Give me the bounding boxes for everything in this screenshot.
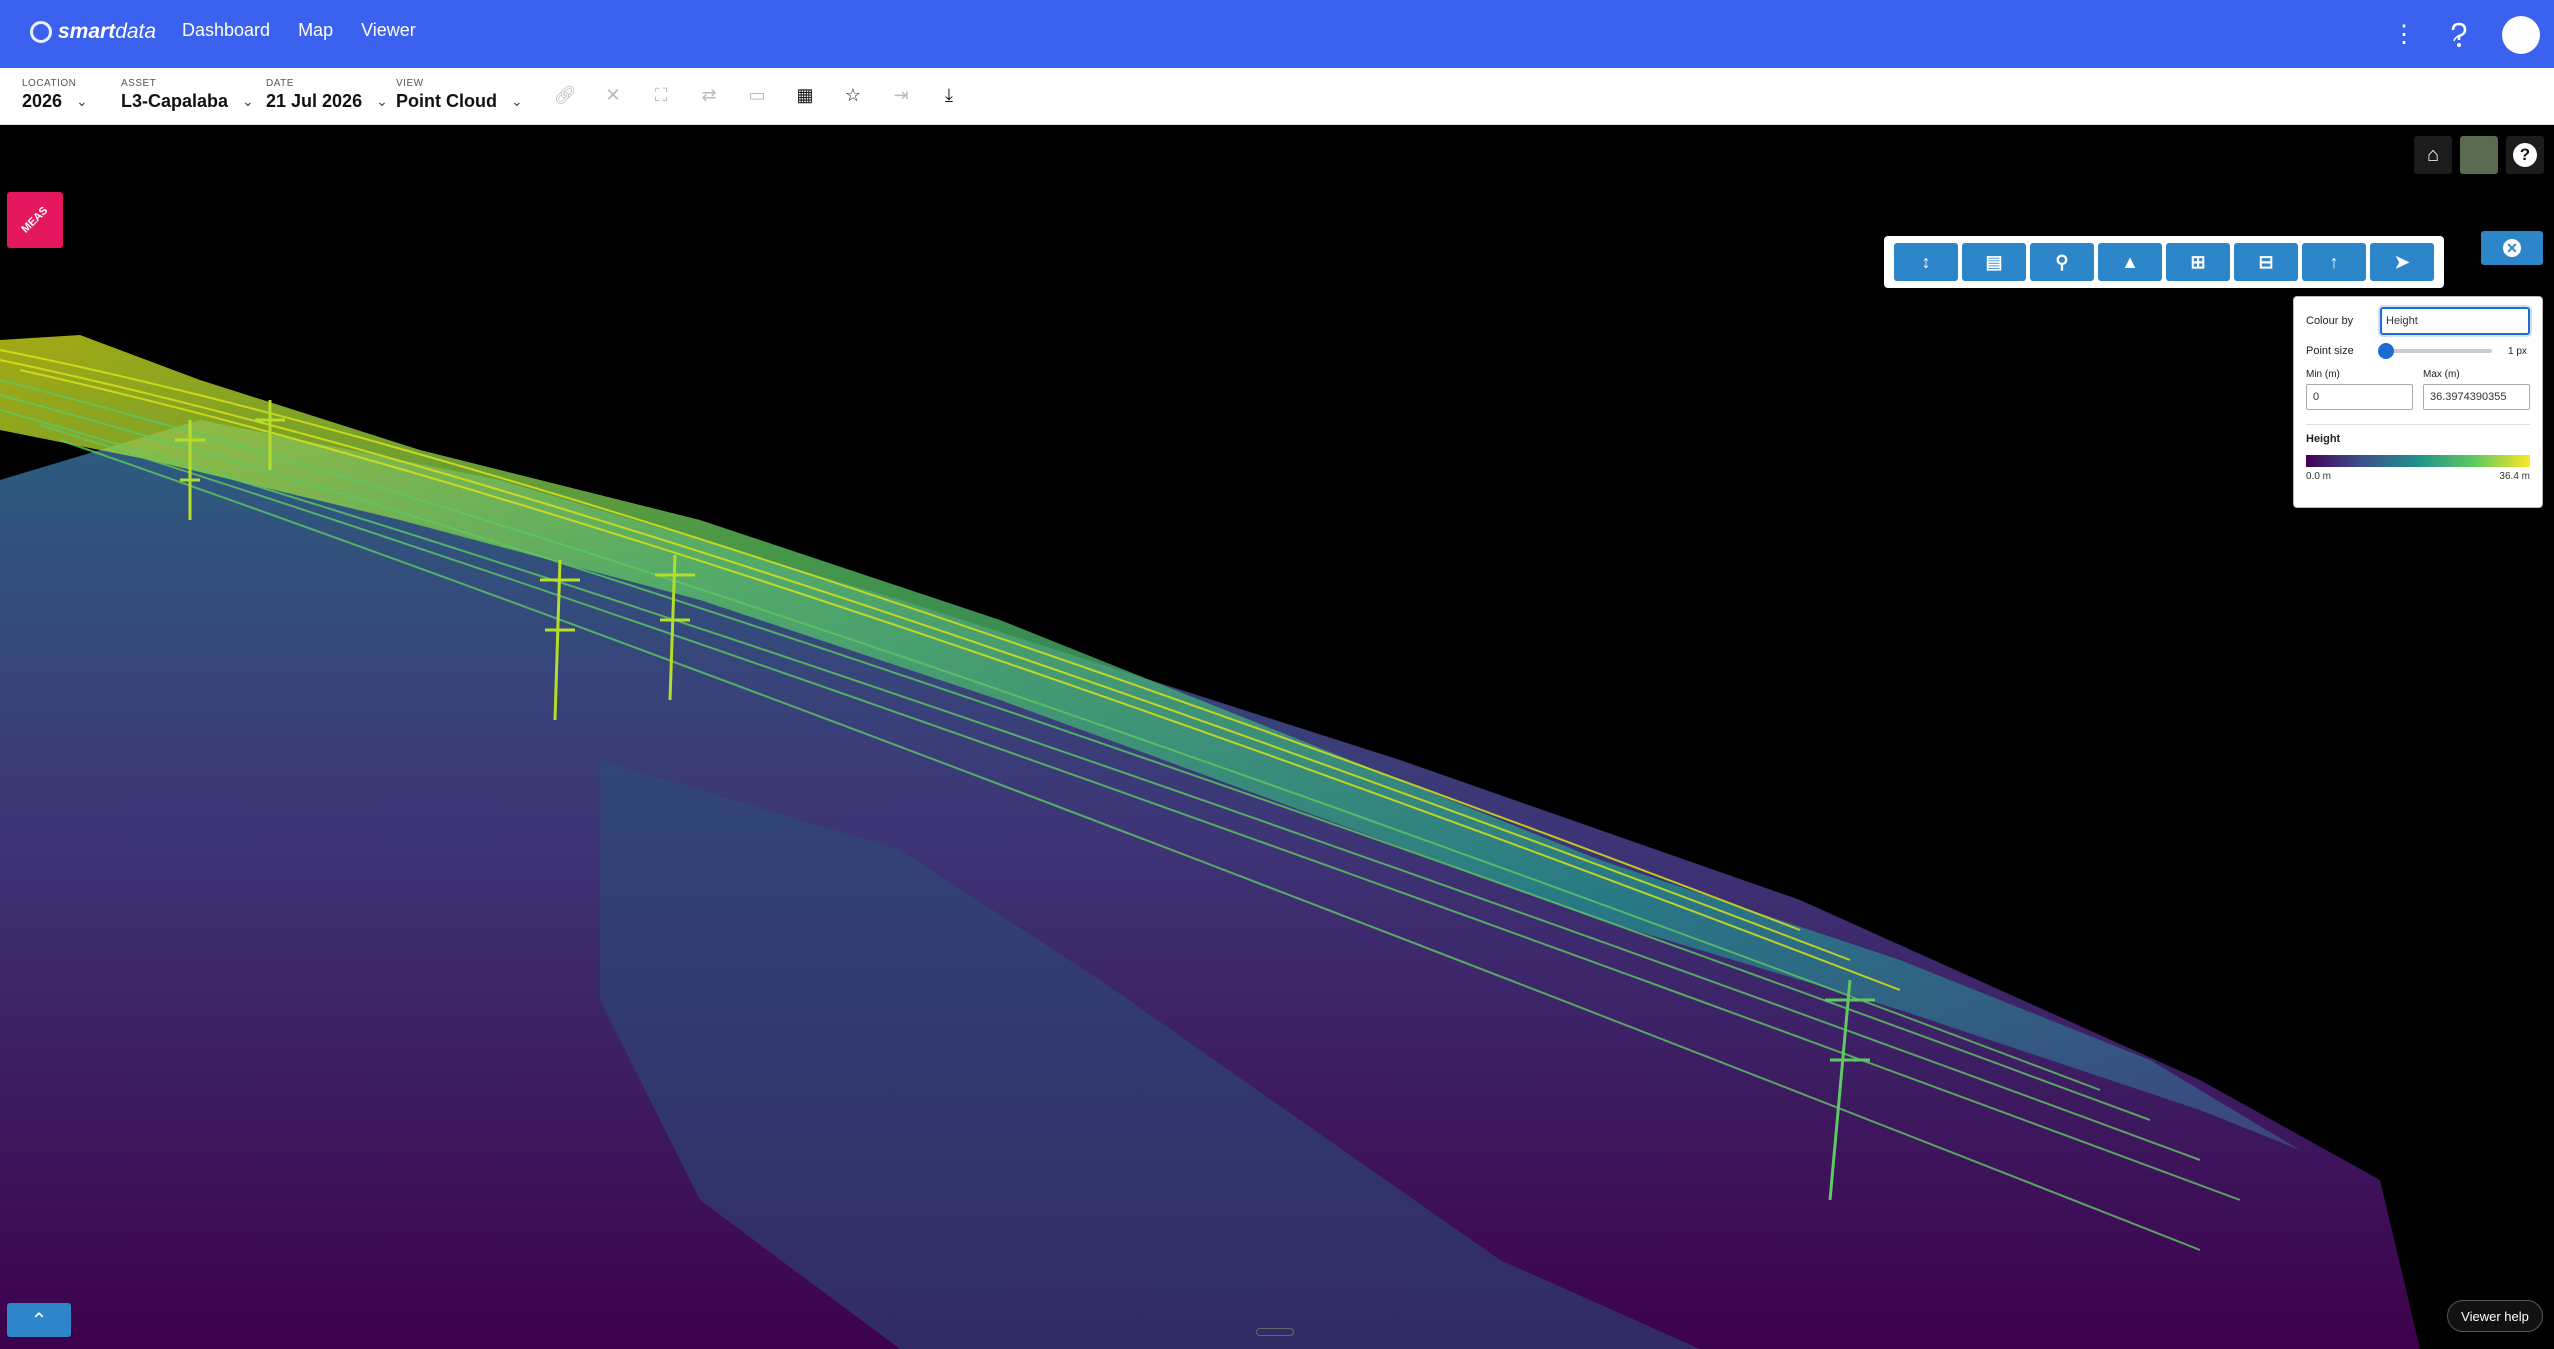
- chevron-down-icon: ⌄: [376, 93, 388, 109]
- max-input[interactable]: 36.3974390355: [2423, 384, 2530, 410]
- date-label: DATE: [266, 78, 294, 89]
- clipboard-icon[interactable]: ▤: [1962, 243, 2026, 281]
- close-icon[interactable]: ✕: [600, 82, 626, 108]
- location-label: LOCATION: [22, 78, 77, 89]
- logo-icon: [30, 21, 52, 43]
- fullscreen-icon[interactable]: ⛶: [648, 82, 674, 108]
- viewer-help-button[interactable]: Viewer help: [2447, 1300, 2543, 1332]
- logo-text-bold: smart: [58, 20, 116, 43]
- basemap-icon[interactable]: [2460, 136, 2498, 174]
- asset-label: ASSET: [121, 78, 157, 89]
- nav-viewer[interactable]: Viewer: [361, 20, 416, 41]
- colour-by-label: Colour by: [2306, 315, 2354, 327]
- download-icon[interactable]: ⤓: [936, 82, 962, 108]
- link-icon[interactable]: 🔗︎: [552, 82, 578, 108]
- date-selector[interactable]: DATE 21 Jul 2026 ⌄: [266, 78, 388, 112]
- up-arrow-icon[interactable]: ↑: [2302, 243, 2366, 281]
- help-circle-icon[interactable]: ?: [2506, 136, 2544, 174]
- point-size-label: Point size: [2306, 345, 2354, 357]
- top-navigation-bar: smart data Dashboard Map Viewer ⋮: [0, 0, 2554, 68]
- top-right-controls: ⋮: [2392, 16, 2540, 54]
- max-value: 36.3974390355: [2430, 391, 2507, 403]
- chevron-down-icon: ⌄: [76, 93, 88, 109]
- main-nav: Dashboard Map Viewer: [182, 20, 416, 41]
- point-size-value: 1 px: [2508, 345, 2527, 357]
- min-label: Min (m): [2306, 369, 2340, 380]
- point-cloud-settings-panel: Colour by Height Point size 1 px Min (m)…: [2293, 296, 2543, 508]
- view-label: VIEW: [396, 78, 424, 89]
- expand-bottom-panel-button[interactable]: ⌃: [7, 1303, 71, 1337]
- view-selector[interactable]: VIEW Point Cloud ⌄: [396, 78, 523, 112]
- min-input[interactable]: 0: [2306, 384, 2413, 410]
- point-size-slider[interactable]: [2378, 343, 2492, 359]
- chevron-down-icon: ⌄: [510, 93, 523, 109]
- context-bar: LOCATION 2026 ⌄ ASSET L3-Capalaba ⌄ DATE 2…: [0, 68, 2554, 125]
- context-toolbar: 🔗︎ ✕ ⛶ ⇄ ▭ ▦ ☆ ⇥ ⤓: [552, 82, 962, 108]
- person-icon[interactable]: ⚲: [2030, 243, 2094, 281]
- app-logo[interactable]: smart data: [30, 20, 156, 44]
- point-cloud-render: [0, 335, 2420, 1349]
- asset-value: L3-Capalaba: [121, 91, 229, 111]
- legend-title: Height: [2306, 424, 2530, 445]
- colour-by-value: Height: [2386, 315, 2418, 327]
- min-value: 0: [2313, 391, 2320, 403]
- chevron-down-icon: ⌄: [242, 93, 254, 109]
- point-cloud-viewport[interactable]: MEAS ⌂ ?: [0, 125, 2554, 1349]
- grid-icon[interactable]: ▦: [792, 82, 818, 108]
- legend-max: 36.4 m: [2499, 471, 2530, 482]
- viewer-top-right-icons: ⌂ ?: [2414, 136, 2544, 174]
- asset-selector[interactable]: ASSET L3-Capalaba ⌄: [121, 78, 254, 112]
- viewer-tool-strip: ↕ ▤ ⚲ ▲ ⊞ ⊟ ↑ ➤: [1884, 236, 2444, 288]
- tree-icon[interactable]: ▲: [2098, 243, 2162, 281]
- date-value: 21 Jul 2026: [266, 91, 363, 111]
- measure-tool-button[interactable]: MEAS: [7, 192, 63, 248]
- colour-by-select[interactable]: Height: [2380, 307, 2530, 335]
- location-value: 2026: [22, 91, 63, 111]
- close-icon: ✕: [2503, 239, 2521, 257]
- more-options-icon[interactable]: ⋮: [2392, 23, 2416, 47]
- location-selector[interactable]: LOCATION 2026 ⌄: [22, 78, 88, 112]
- swap-icon[interactable]: ⇄: [696, 82, 722, 108]
- height-colour-scale: [2306, 455, 2530, 467]
- star-icon[interactable]: ☆: [840, 82, 866, 108]
- legend-min: 0.0 m: [2306, 471, 2332, 482]
- measure-tool-label: MEAS: [19, 204, 51, 236]
- help-icon[interactable]: [2446, 22, 2472, 48]
- home-icon[interactable]: ⌂: [2414, 136, 2452, 174]
- user-avatar[interactable]: [2502, 16, 2540, 54]
- document-icon[interactable]: ▭: [744, 82, 770, 108]
- max-label: Max (m): [2423, 369, 2460, 380]
- height-measure-icon[interactable]: ↕: [1894, 243, 1958, 281]
- add-box-icon[interactable]: ⊞: [2166, 243, 2230, 281]
- slider-knob[interactable]: [2378, 343, 2394, 359]
- send-icon[interactable]: ➤: [2370, 243, 2434, 281]
- nav-map[interactable]: Map: [298, 20, 333, 41]
- close-panel-button[interactable]: ✕: [2481, 231, 2543, 265]
- logo-text-light: data: [115, 20, 157, 43]
- export-icon[interactable]: ⇥: [888, 82, 914, 108]
- drag-handle[interactable]: [1256, 1328, 1294, 1336]
- view-value: Point Cloud: [396, 91, 497, 111]
- nav-dashboard[interactable]: Dashboard: [182, 20, 270, 41]
- remove-box-icon[interactable]: ⊟: [2234, 243, 2298, 281]
